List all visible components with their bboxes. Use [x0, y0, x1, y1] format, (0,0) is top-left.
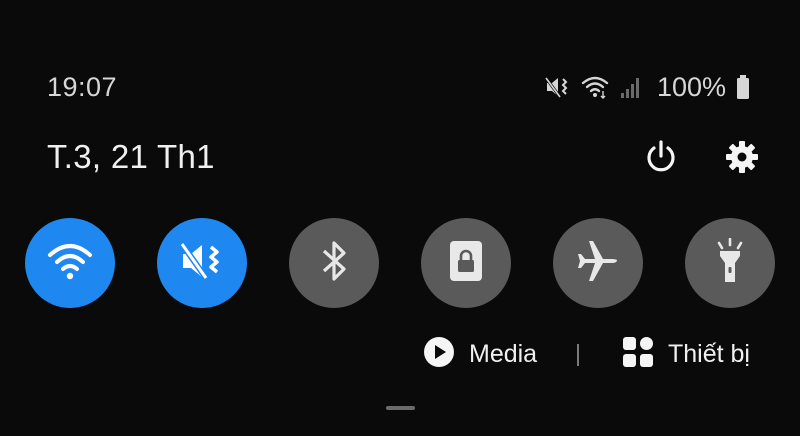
flashlight-icon — [712, 237, 748, 289]
devices-grid-icon — [622, 336, 654, 373]
wifi-tile[interactable] — [25, 218, 115, 308]
quick-settings-tiles — [25, 218, 785, 310]
lock-icon — [448, 239, 484, 288]
wifi-icon — [47, 241, 93, 286]
bottom-row: Media Thiết bị — [0, 330, 800, 380]
airplane-mode-tile[interactable] — [553, 218, 643, 308]
signal-icon — [619, 75, 641, 99]
vibrate-icon — [544, 75, 571, 99]
screen-lock-tile[interactable] — [421, 218, 511, 308]
battery-icon — [736, 74, 750, 100]
wifi-icon — [581, 75, 609, 99]
panel-drag-handle[interactable] — [386, 406, 415, 410]
settings-button[interactable] — [720, 137, 764, 181]
status-icons: 100% — [544, 70, 750, 104]
status-bar: 19:07 100% — [0, 0, 800, 110]
battery-percent: 100% — [656, 71, 726, 102]
vibrate-icon — [179, 239, 225, 288]
power-button[interactable] — [639, 137, 683, 181]
status-time: 19:07 — [47, 72, 118, 102]
media-button[interactable]: Media — [423, 336, 537, 373]
power-icon — [643, 139, 679, 180]
devices-button[interactable]: Thiết bị — [622, 336, 750, 373]
bluetooth-icon — [319, 239, 349, 288]
divider — [577, 344, 579, 366]
date-label: T.3, 21 Th1 — [47, 138, 215, 175]
devices-label: Thiết bị — [668, 340, 750, 368]
flashlight-tile[interactable] — [685, 218, 775, 308]
airplane-icon — [575, 239, 621, 288]
bluetooth-tile[interactable] — [289, 218, 379, 308]
media-label: Media — [469, 340, 538, 368]
play-icon — [423, 336, 455, 373]
sound-vibrate-tile[interactable] — [157, 218, 247, 308]
settings-icon — [724, 139, 760, 180]
